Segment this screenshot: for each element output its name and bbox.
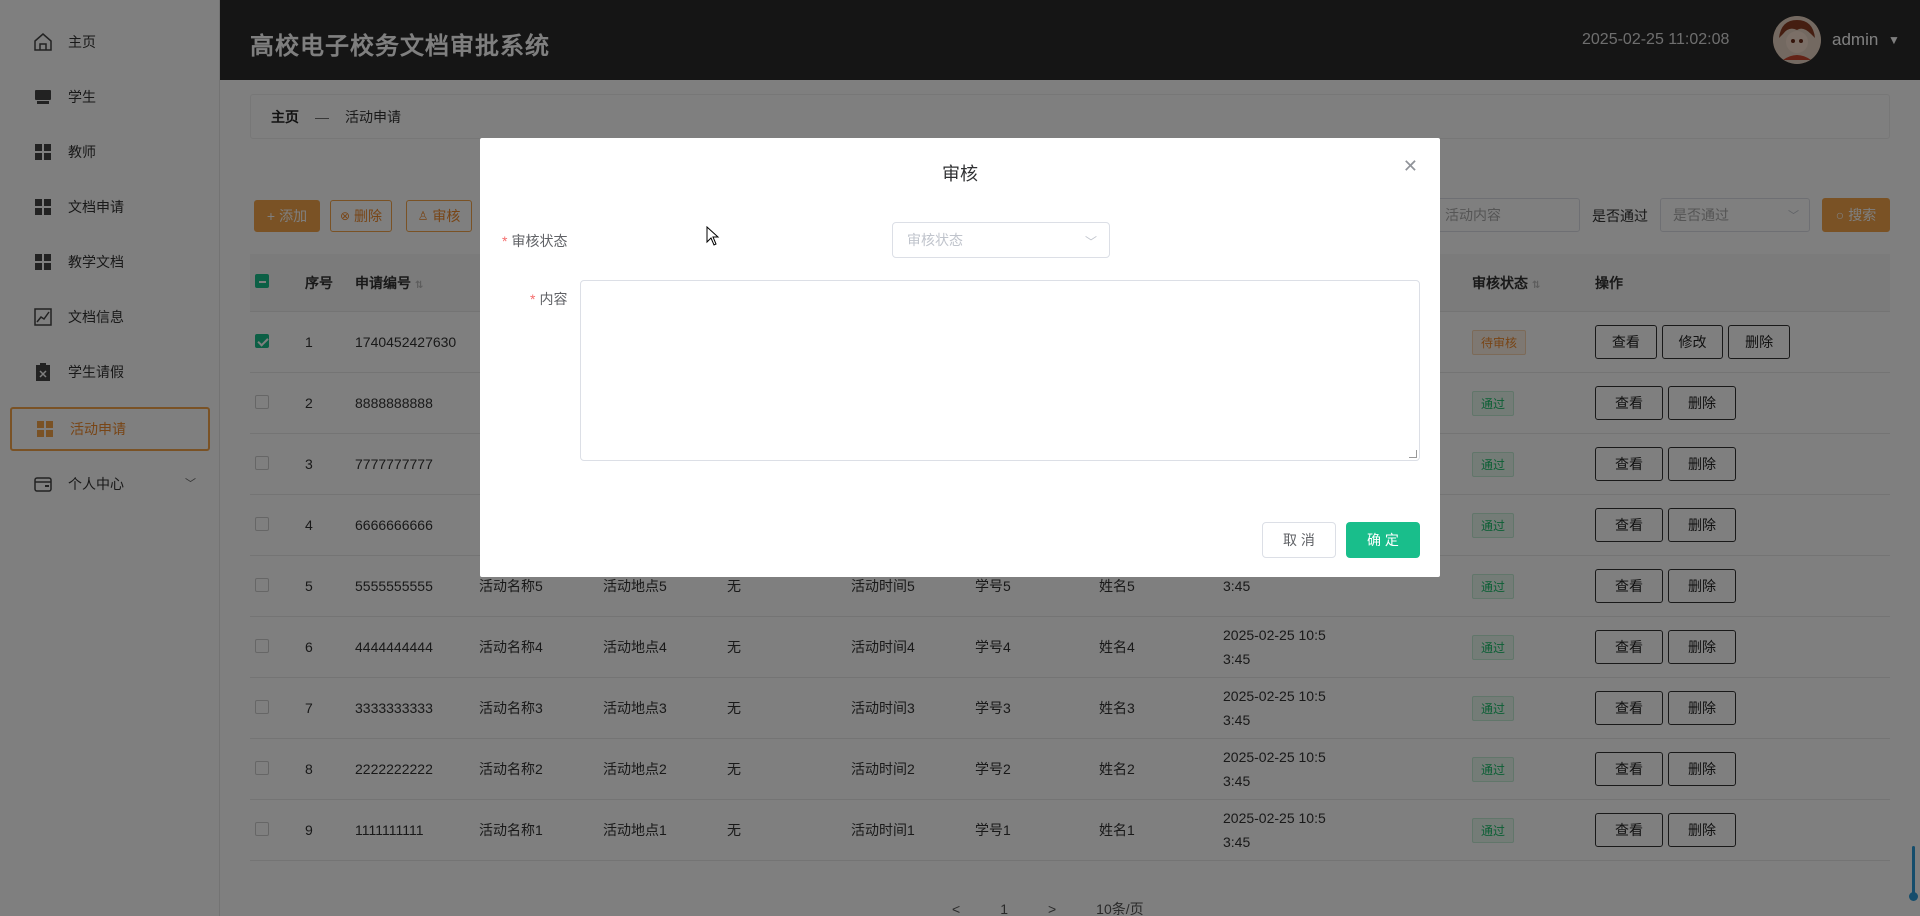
resize-handle-icon[interactable]: [1409, 450, 1417, 458]
cancel-button[interactable]: 取 消: [1262, 522, 1336, 558]
status-field-label: * 审核状态: [502, 233, 568, 249]
status-field-label-text: 审核状态: [511, 233, 568, 249]
content-field-label-text: 内容: [539, 291, 568, 307]
chevron-down-icon: ﹀: [1084, 235, 1097, 249]
content-field-label: * 内容: [530, 291, 568, 307]
audit-status-select[interactable]: 审核状态 ﹀: [892, 222, 1110, 258]
mouse-cursor-icon: [706, 225, 720, 249]
close-icon[interactable]: ✕: [1403, 156, 1418, 177]
confirm-button[interactable]: 确 定: [1346, 522, 1420, 558]
content-textarea[interactable]: [580, 280, 1420, 461]
audit-dialog: 审核 ✕ * 审核状态 审核状态 ﹀ * 内容 取 消 确 定: [480, 138, 1440, 577]
audit-status-placeholder: 审核状态: [907, 232, 963, 248]
dialog-title: 审核: [942, 164, 978, 184]
